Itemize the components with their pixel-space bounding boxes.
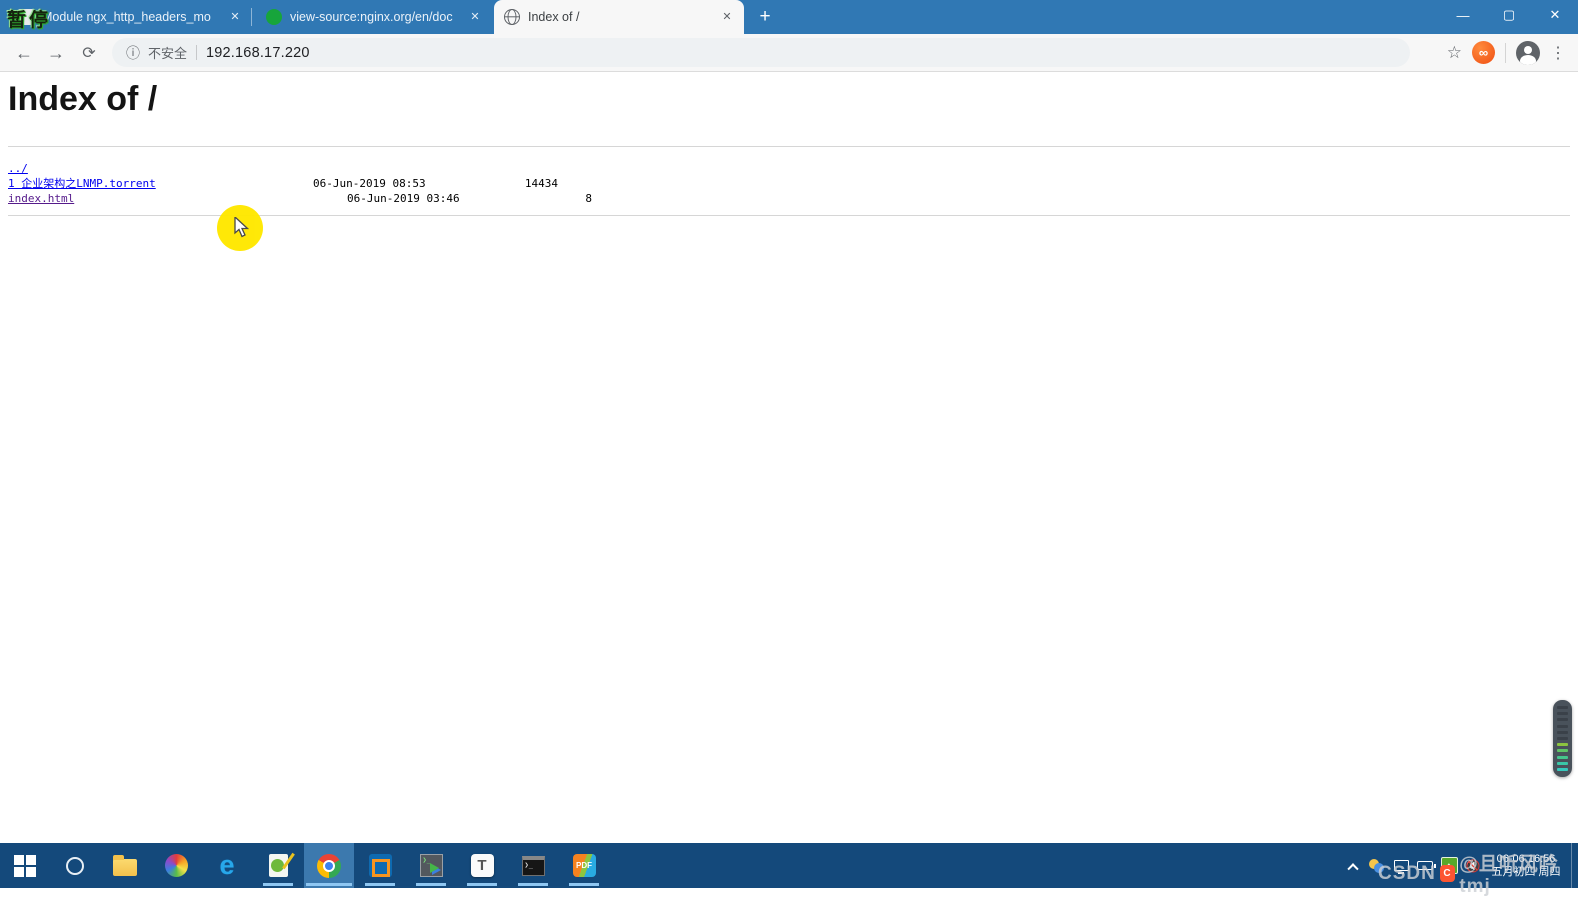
taskbar-item-notepad-plus-plus[interactable] [253,843,303,888]
omnibox-divider [196,45,198,60]
maximize-button[interactable]: ▢ [1486,0,1532,30]
security-label: 不安全 [148,46,188,61]
taskbar-item-vmware-workstation[interactable] [355,843,405,888]
cursor-highlight [217,205,263,251]
level-segment-on [1557,749,1568,753]
windows-taskbar: e T PDF ↑ 🔇 06-06 16:56 五月初四 周四 [0,843,1578,888]
browser-toolbar: ← → ⟳ ⓘ 不安全 192.168.17.220 ☆ ∞ ⋮ [0,34,1578,72]
tab-separator [251,8,252,26]
notepad-plus-plus-icon [268,854,288,877]
new-tab-button[interactable]: + [752,5,778,29]
back-icon[interactable]: ← [10,39,38,67]
torrent-file-link[interactable]: 1 企业架构之LNMP.torrent [8,177,156,190]
browser-tab-bar: Module ngx_http_headers_mo ✕ view-source… [0,0,1578,34]
hidden-icons-chevron-icon[interactable] [1341,843,1365,888]
level-segment [1557,736,1568,740]
taskbar-item-cmd-terminal[interactable] [508,843,558,888]
profile-avatar[interactable] [1516,40,1540,65]
minimize-button[interactable]: — [1440,0,1486,30]
foxit-pdf-icon: PDF [572,854,596,877]
info-icon[interactable]: ⓘ [126,43,140,63]
watermark-brand: CSDN [1378,862,1436,884]
tab-title: view-source:nginx.org/en/doc [290,10,453,24]
taskbar-item-foxit-pdf[interactable]: PDF [559,843,609,888]
edge-icon: e [219,850,235,880]
typora-icon: T [470,854,494,877]
taskbar-item-pinwheel-browser[interactable] [151,843,201,888]
volume-level-widget[interactable] [1553,700,1572,777]
cortana-icon [66,856,84,875]
tab-title: Module ngx_http_headers_mo [42,10,211,24]
address-bar[interactable]: ⓘ 不安全 192.168.17.220 [112,38,1410,67]
list-item-index-html: index.html 06-Jun-2019 03:46 8 [8,191,1408,206]
parent-directory-link[interactable]: ../ [8,162,28,175]
taskbar-item-file-explorer[interactable] [100,843,150,888]
forward-icon[interactable]: → [42,39,70,67]
list-item-parent-dir: ../ [8,161,1408,176]
taskbar-item-chrome[interactable] [304,843,354,888]
cmd-terminal-icon [521,855,545,876]
start-button[interactable] [0,843,50,888]
list-item-torrent: 1 企业架构之LNMP.torrent 06-Jun-2019 08:53 14… [8,176,1408,191]
csdn-watermark: CSDN C @且听风吟tmj [1378,849,1578,898]
mobaxterm-icon [419,854,443,877]
taskbar-item-mobaxterm[interactable] [406,843,456,888]
file-size: 8 [585,192,592,205]
nginx-green-favicon-icon [266,9,282,25]
file-date: 06-Jun-2019 03:46 [347,192,460,205]
page-title: Index of / [8,80,158,118]
page-content: Index of / ../ 1 企业架构之LNMP.torrent 06-Ju… [0,72,1578,843]
horizontal-rule-top [8,146,1570,147]
level-segment [1557,724,1568,728]
toolbar-separator [1505,42,1506,63]
level-segment-on [1557,767,1568,771]
tab-view-source-nginx[interactable]: view-source:nginx.org/en/doc ✕ [256,0,492,34]
level-segment [1557,712,1568,716]
tab-close-icon[interactable]: ✕ [226,8,244,26]
tab-index-of-active[interactable]: Index of / ✕ [494,0,744,34]
file-date: 06-Jun-2019 08:53 [313,177,426,190]
taskbar-item-typora[interactable]: T [457,843,507,888]
directory-listing: ../ 1 企业架构之LNMP.torrent 06-Jun-2019 08:5… [8,161,1408,206]
taskbar-item-cortana-search[interactable] [50,843,100,888]
index-html-link[interactable]: index.html [8,192,74,205]
csdn-logo-icon: C [1439,865,1456,882]
level-segment-on [1557,761,1568,765]
level-segment [1557,706,1568,709]
level-segment-on [1557,755,1568,759]
reload-icon[interactable]: ⟳ [75,39,103,67]
chevron-up-icon [1347,862,1359,874]
bookmark-star-icon[interactable]: ☆ [1447,43,1462,63]
level-segment [1557,730,1568,734]
mouse-cursor-icon [234,217,250,238]
tab-title: Index of / [528,10,580,24]
globe-favicon-icon [504,9,520,25]
chrome-menu-icon[interactable]: ⋮ [1550,43,1566,63]
level-segment-on [1557,743,1568,747]
chrome-icon [317,853,341,878]
vmware-icon [368,854,392,877]
close-button[interactable]: ✕ [1532,0,1578,30]
tab-close-icon[interactable]: ✕ [466,8,484,26]
url-text[interactable]: 192.168.17.220 [206,45,310,61]
window-controls: — ▢ ✕ [1440,0,1578,30]
tab-close-icon[interactable]: ✕ [718,8,736,26]
toolbar-right-cluster: ☆ ∞ ⋮ [1447,38,1570,67]
pause-overlay-badge: 暂停 [7,10,52,31]
taskbar-item-edge[interactable]: e [202,843,252,888]
watermark-handle: @且听风吟tmj [1459,854,1559,897]
folder-icon [113,854,137,876]
windows-logo-icon [14,854,36,877]
level-segment [1557,718,1568,722]
pinwheel-browser-icon [164,854,188,877]
proxy-extension-icon[interactable]: ∞ [1472,41,1495,64]
file-size: 14434 [524,177,558,190]
